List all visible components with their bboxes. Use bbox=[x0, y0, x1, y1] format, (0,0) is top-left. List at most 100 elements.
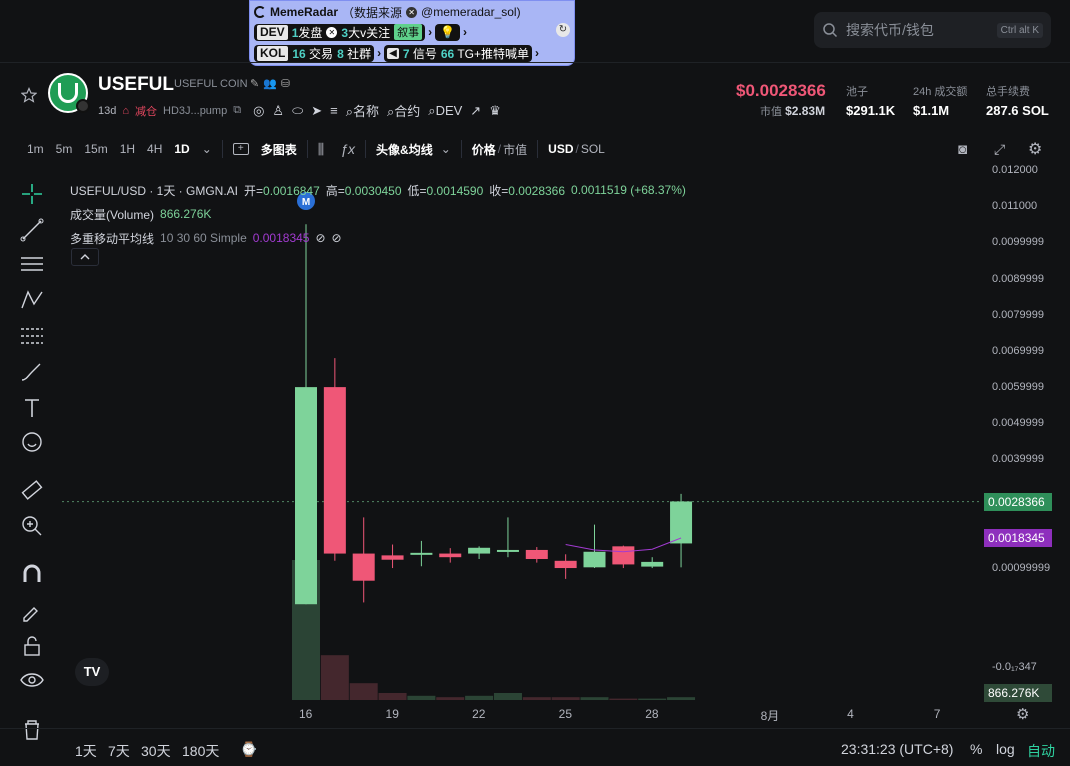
hide-icon[interactable]: ⊘ bbox=[315, 231, 325, 245]
interval-4h[interactable]: 4H bbox=[147, 142, 162, 156]
ohlc-row: USEFUL/USD · 1天 · GMGN.AI 开=0.0016847 高=… bbox=[70, 183, 686, 198]
chevron-right-icon[interactable]: › bbox=[428, 25, 432, 39]
settings-icon[interactable]: ⚙ bbox=[1028, 139, 1042, 159]
volume-row: 成交量(Volume) 866.276K bbox=[70, 202, 686, 226]
range-180d[interactable]: 180天 bbox=[182, 741, 219, 761]
time-tick-label: 28 bbox=[645, 707, 659, 721]
dev-box[interactable]: DEV 1发盘 ✕ 3大v关注 叙事 bbox=[254, 23, 426, 41]
pattern-icon[interactable] bbox=[18, 286, 46, 314]
refresh-icon[interactable]: ↻ bbox=[556, 23, 570, 37]
list-icon[interactable]: ≡ bbox=[330, 103, 338, 118]
token-address[interactable]: HD3J...pump bbox=[163, 105, 227, 117]
axis-settings-icon[interactable]: ⚙ bbox=[1016, 705, 1029, 723]
user-icon[interactable]: ♙ bbox=[272, 103, 284, 119]
signal-box[interactable]: ◀ 7 信号 66 TG+推特喊单 bbox=[384, 44, 533, 62]
star-icon[interactable] bbox=[21, 87, 37, 103]
magnet-icon[interactable] bbox=[18, 560, 46, 588]
eye-icon[interactable] bbox=[18, 666, 46, 694]
edit-icon[interactable]: ✎ bbox=[250, 77, 259, 90]
volume-label: 24h 成交额 bbox=[913, 86, 968, 98]
candle-body bbox=[439, 553, 462, 558]
camera-icon[interactable]: ◙ bbox=[958, 141, 967, 158]
interval-1d[interactable]: 1D bbox=[174, 142, 189, 156]
chevron-down-icon[interactable]: ⌄ bbox=[202, 142, 212, 156]
bulb-box[interactable]: 💡 bbox=[435, 23, 461, 41]
text-icon[interactable] bbox=[18, 394, 46, 422]
log-toggle[interactable]: log bbox=[996, 741, 1015, 757]
chevron-right-icon[interactable]: › bbox=[463, 25, 467, 39]
price-tick-label: -0.0₁₇347 bbox=[992, 661, 1037, 673]
price-tick-label: 0.012000 bbox=[992, 164, 1038, 176]
external-link-icon[interactable]: ↗ bbox=[470, 103, 481, 119]
fx-icon[interactable]: ƒx bbox=[340, 141, 355, 157]
time-tick-label: 16 bbox=[299, 707, 313, 721]
range-1d[interactable]: 1天 bbox=[75, 741, 97, 761]
interval-1m[interactable]: 1m bbox=[27, 142, 44, 156]
search-contract-link[interactable]: ⌕合约 bbox=[387, 101, 420, 120]
search-box[interactable]: 搜索代币/钱包 Ctrl alt K bbox=[814, 12, 1051, 48]
clock-time[interactable]: 23:31:23 (UTC+8) bbox=[841, 741, 953, 757]
radar-handle[interactable]: @memeradar_sol) bbox=[421, 5, 521, 19]
price-tick-label: 0.00099999 bbox=[992, 562, 1051, 575]
hide-icon[interactable]: ⊘ bbox=[332, 231, 342, 245]
pill-icon[interactable]: ⬭ bbox=[292, 103, 303, 119]
telegram-icon[interactable]: ➤ bbox=[311, 103, 322, 119]
interval-5m[interactable]: 5m bbox=[56, 142, 73, 156]
zoom-in-icon[interactable] bbox=[18, 512, 46, 540]
candle-body bbox=[670, 501, 693, 544]
fee-stat: 总手续费 287.6 SOL bbox=[986, 83, 1049, 118]
crown-icon[interactable]: ♛ bbox=[489, 103, 501, 119]
multi-chart-button[interactable]: 多图表 bbox=[261, 141, 297, 158]
crosshair-icon[interactable] bbox=[18, 180, 46, 208]
website-icon[interactable]: ◎ bbox=[253, 103, 264, 119]
collapse-legend-button[interactable] bbox=[71, 248, 99, 266]
usd-toggle[interactable]: USD bbox=[548, 142, 573, 156]
calendar-icon[interactable]: ⌚ bbox=[240, 741, 257, 758]
kol-box[interactable]: KOL 16 交易 8 社群 bbox=[254, 44, 375, 62]
holders-icon[interactable]: 👥 bbox=[263, 77, 277, 90]
search-name-link[interactable]: ⌕名称 bbox=[346, 101, 379, 120]
unlock-icon[interactable] bbox=[18, 632, 46, 660]
lock-draw-icon[interactable] bbox=[18, 596, 46, 624]
percent-toggle[interactable]: % bbox=[970, 741, 982, 757]
horizontal-lines-icon[interactable] bbox=[18, 250, 46, 278]
tradingview-logo[interactable]: TV bbox=[75, 658, 109, 686]
range-30d[interactable]: 30天 bbox=[141, 741, 171, 761]
copy-icon[interactable]: ⧉ bbox=[233, 104, 241, 117]
price-toggle[interactable]: 价格 bbox=[472, 141, 496, 158]
ma-price-tag: 0.0018345 bbox=[984, 528, 1052, 547]
bundle-icon[interactable]: ⛁ bbox=[281, 77, 290, 90]
indicators-button[interactable]: 头像&均线 bbox=[376, 141, 433, 158]
candle-body bbox=[583, 551, 606, 568]
auto-toggle[interactable]: 自动 bbox=[1027, 741, 1055, 761]
chevron-right-icon[interactable]: › bbox=[535, 46, 539, 60]
drawing-toolbar bbox=[10, 170, 56, 750]
price-tick-label: 0.0089999 bbox=[992, 272, 1044, 285]
emoji-icon[interactable] bbox=[18, 428, 46, 456]
brush-icon[interactable] bbox=[18, 358, 46, 386]
mcap-toggle[interactable]: 市值 bbox=[503, 141, 527, 158]
fullscreen-icon[interactable]: ⤢ bbox=[994, 141, 1005, 158]
ruler-icon[interactable] bbox=[18, 476, 46, 504]
time-axis[interactable]: 16 19 22 25 28 8月 4 7 bbox=[62, 700, 982, 728]
trendline-icon[interactable] bbox=[18, 216, 46, 244]
bottom-bar: 1天 7天 30天 180天 ⌚ 23:31:23 (UTC+8) % log … bbox=[0, 728, 1070, 766]
fib-icon[interactable] bbox=[18, 322, 46, 350]
interval-15m[interactable]: 15m bbox=[84, 142, 107, 156]
chevron-right-icon[interactable]: › bbox=[377, 46, 381, 60]
chart-legend: USEFUL/USD · 1天 · GMGN.AI 开=0.0016847 高=… bbox=[70, 178, 686, 250]
range-7d[interactable]: 7天 bbox=[108, 741, 130, 761]
interval-1h[interactable]: 1H bbox=[120, 142, 135, 156]
candles-icon[interactable]: ⫼ bbox=[318, 141, 324, 158]
sol-toggle[interactable]: SOL bbox=[581, 142, 605, 156]
volume-tag: 866.276K bbox=[984, 684, 1052, 702]
chevron-down-icon[interactable]: ⌄ bbox=[441, 142, 451, 156]
meme-radar-widget[interactable]: MemeRadar （数据来源 ✕ @memeradar_sol) DEV 1发… bbox=[249, 0, 575, 66]
kol-comm-count: 8 bbox=[337, 46, 344, 61]
dev-story-badge: 叙事 bbox=[394, 24, 423, 40]
search-placeholder[interactable]: 搜索代币/钱包 bbox=[846, 20, 997, 40]
search-dev-link[interactable]: ⌕DEV bbox=[428, 103, 462, 119]
add-chart-icon[interactable]: + bbox=[232, 143, 249, 155]
token-header: USEFUL USEFUL COIN ✎ 👥 ⛁ 13d ⌂ 减仓 HD3J..… bbox=[0, 62, 1070, 128]
price-axis[interactable]: 0.012000 0.011000 0.0099999 0.0089999 0.0079… bbox=[982, 164, 1070, 702]
